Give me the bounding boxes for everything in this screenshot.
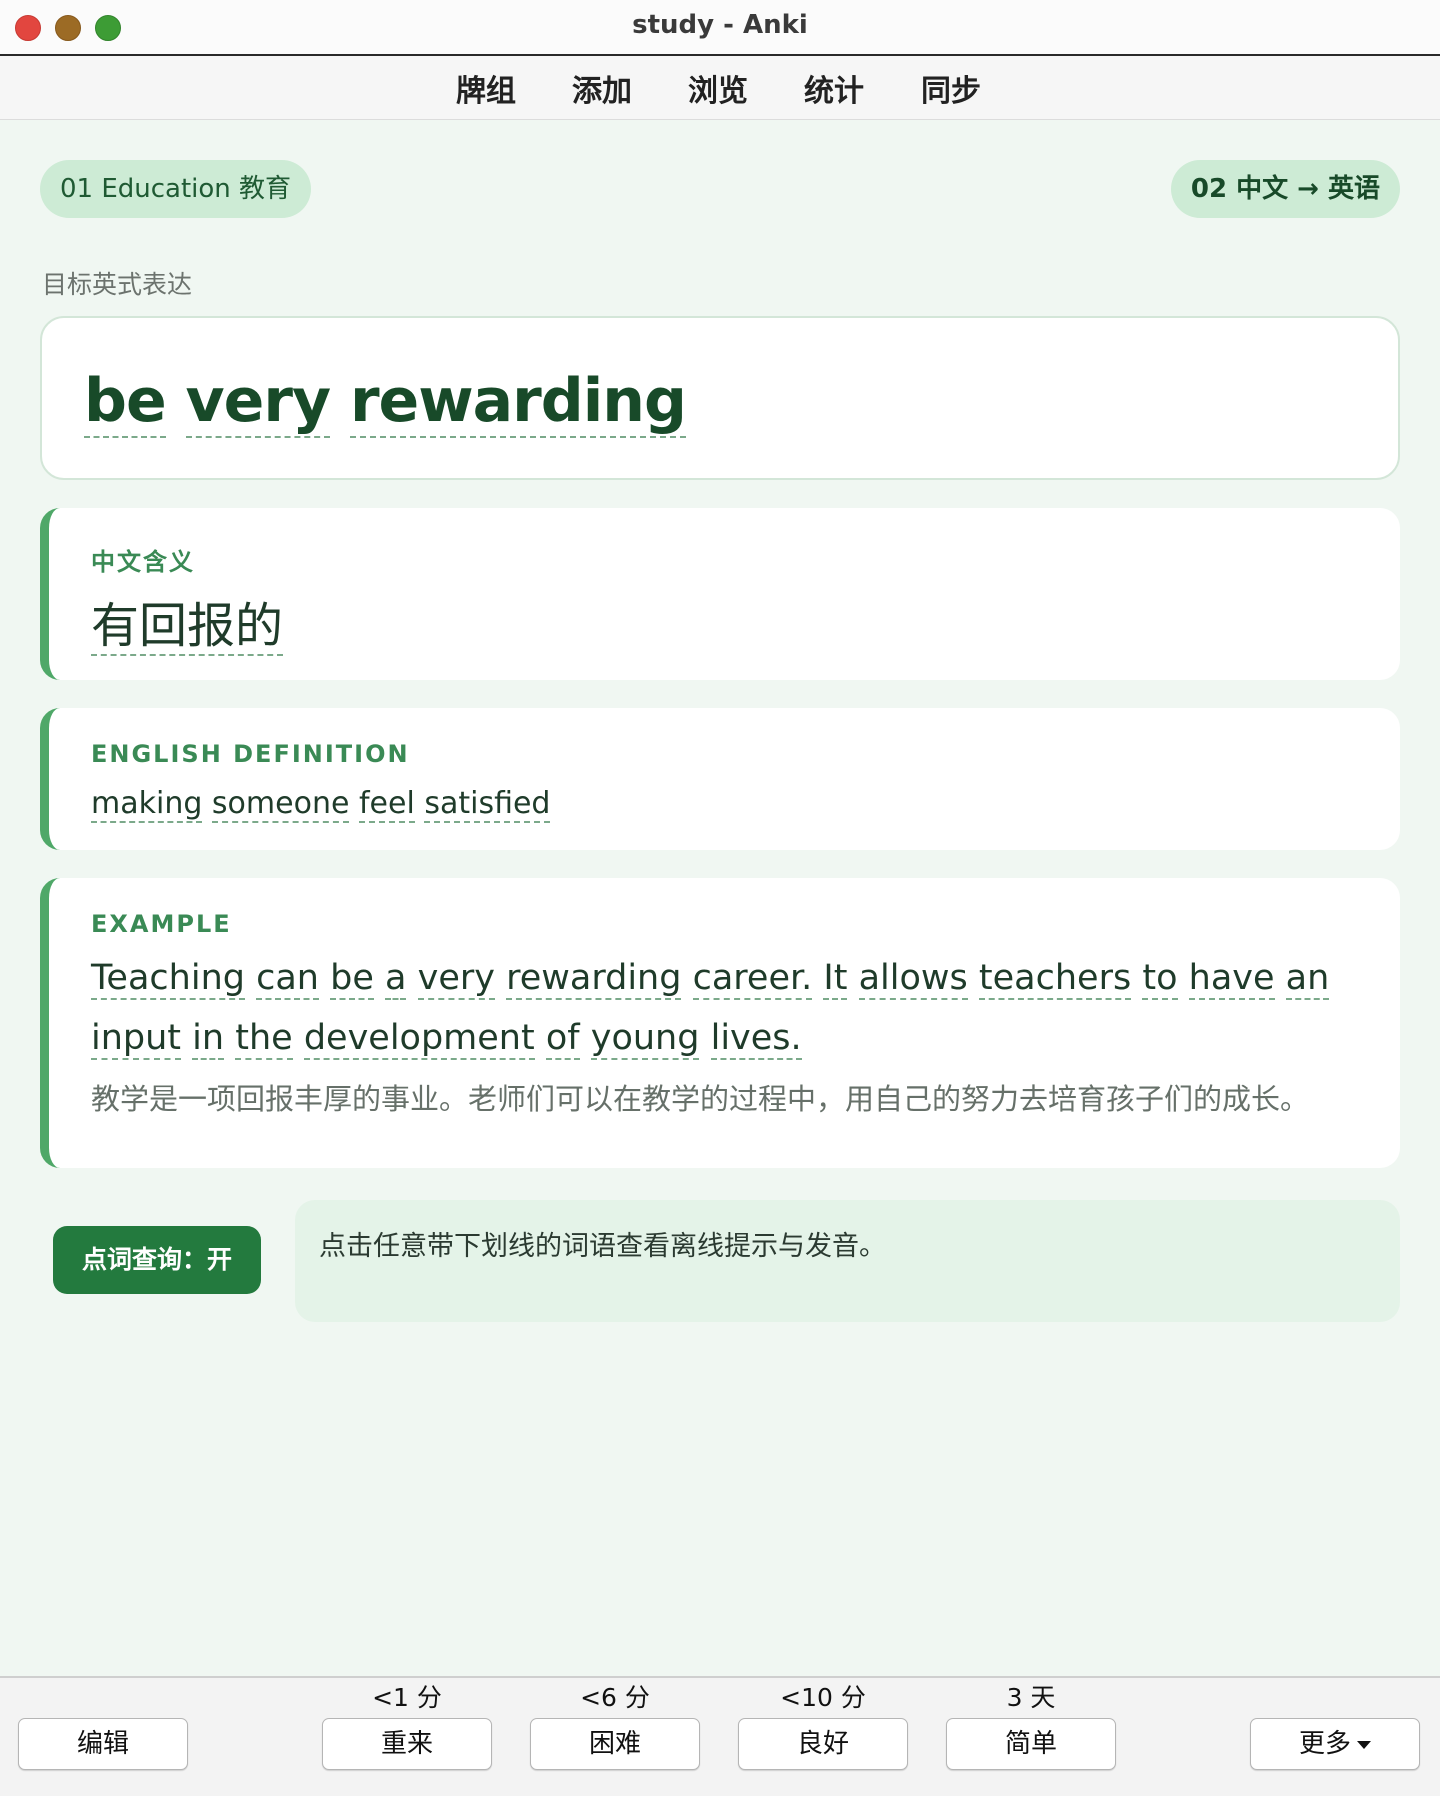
toolbar-stats[interactable]: 统计 (804, 66, 864, 110)
lookup-word[interactable]: lives. (710, 1018, 802, 1060)
lookup-word[interactable]: rewarding (349, 366, 687, 438)
example-chinese: 教学是一项回报丰厚的事业。老师们可以在教学的过程中，用自己的努力去培育孩子们的成… (91, 1082, 1310, 1116)
lookup-word[interactable]: very (185, 366, 331, 438)
lookup-word[interactable]: very (417, 958, 495, 1000)
english-definition: making someone feel satisfied (91, 786, 551, 823)
lookup-word[interactable]: a (385, 958, 407, 1000)
window-title: study - Anki (632, 10, 808, 40)
lookup-word[interactable]: to (1142, 958, 1178, 1000)
chevron-down-icon (1357, 1740, 1371, 1749)
lookup-word[interactable]: have (1188, 958, 1275, 1000)
lookup-word[interactable]: development (303, 1018, 535, 1060)
easy-interval: 3 天 (1006, 1683, 1056, 1712)
edit-button[interactable]: 编辑 (18, 1718, 188, 1770)
lookup-word[interactable]: Teaching (91, 958, 245, 1000)
lookup-word[interactable]: be (330, 958, 374, 1000)
more-label: 更多 (1298, 1729, 1351, 1759)
hard-interval: <6 分 (580, 1683, 650, 1712)
easy-button[interactable]: 简单 (946, 1718, 1116, 1770)
toolbar-add[interactable]: 添加 (572, 66, 632, 110)
headword: be very rewarding (84, 366, 687, 438)
lookup-word[interactable]: rewarding (506, 958, 682, 1000)
direction-tag: 02 中文 → 英语 (1170, 160, 1400, 218)
lookup-word[interactable]: input (91, 1018, 182, 1060)
example-english: Teaching can be a very rewarding career.… (91, 948, 1381, 1068)
lookup-word[interactable]: in (192, 1018, 225, 1060)
more-button[interactable]: 更多 (1250, 1718, 1420, 1770)
title-bar: study - Anki (0, 0, 1440, 56)
lookup-word[interactable]: an (1285, 958, 1330, 1000)
toolbar-decks[interactable]: 牌组 (456, 66, 516, 110)
lookup-word[interactable]: of (545, 1018, 580, 1060)
hard-button[interactable]: 困难 (530, 1718, 700, 1770)
lookup-word[interactable]: be (84, 366, 167, 438)
good-interval: <10 分 (780, 1683, 866, 1712)
lookup-word[interactable]: young (590, 1018, 700, 1060)
lookup-hint-text: 点击任意带下划线的词语查看离线提示与发音。 (319, 1231, 886, 1262)
definition-card: ENGLISH DEFINITION making someone feel s… (40, 708, 1400, 850)
lookup-hint-panel: 点击任意带下划线的词语查看离线提示与发音。 (295, 1200, 1400, 1322)
lookup-word[interactable]: can (256, 958, 319, 1000)
lookup-word[interactable]: allows (858, 958, 968, 1000)
chinese-meaning: 有回报的 (91, 586, 284, 656)
lookup-word[interactable]: the (235, 1018, 293, 1060)
good-button[interactable]: 良好 (738, 1718, 908, 1770)
lookup-word[interactable]: making (91, 786, 203, 823)
definition-label: ENGLISH DEFINITION (91, 740, 410, 768)
example-label: EXAMPLE (91, 910, 232, 938)
lookup-word[interactable]: feel (358, 786, 415, 823)
deck-tag: 01 Education 教育 (40, 160, 312, 218)
main-toolbar: 牌组 添加 浏览 统计 同步 (0, 56, 1440, 120)
word-lookup-toggle-button[interactable]: 点词查询：开 (53, 1226, 261, 1294)
target-expression-label: 目标英式表达 (42, 270, 193, 299)
lookup-word[interactable]: It (823, 958, 848, 1000)
lookup-word[interactable]: teachers (978, 958, 1132, 1000)
lookup-word[interactable]: satisfied (424, 786, 551, 823)
meaning-label: 中文含义 (91, 548, 195, 576)
headword-card: be very rewarding (40, 316, 1400, 480)
meaning-card: 中文含义 有回报的 (40, 508, 1400, 680)
lookup-word[interactable]: 有回报的 (91, 598, 284, 656)
toolbar-browse[interactable]: 浏览 (688, 66, 748, 110)
again-button[interactable]: 重来 (322, 1718, 492, 1770)
lookup-word[interactable]: career. (692, 958, 813, 1000)
lookup-word[interactable]: someone (211, 786, 350, 823)
toolbar-sync[interactable]: 同步 (921, 66, 981, 110)
again-interval: <1 分 (372, 1683, 442, 1712)
example-card: EXAMPLE Teaching can be a very rewarding… (40, 878, 1400, 1168)
anki-window: study - Anki 牌组 添加 浏览 统计 同步 01 Education… (0, 0, 1440, 1796)
answer-bar: 编辑 <1 分 重来 <6 分 困难 <10 分 良好 3 天 简单 更多 (0, 1676, 1440, 1796)
